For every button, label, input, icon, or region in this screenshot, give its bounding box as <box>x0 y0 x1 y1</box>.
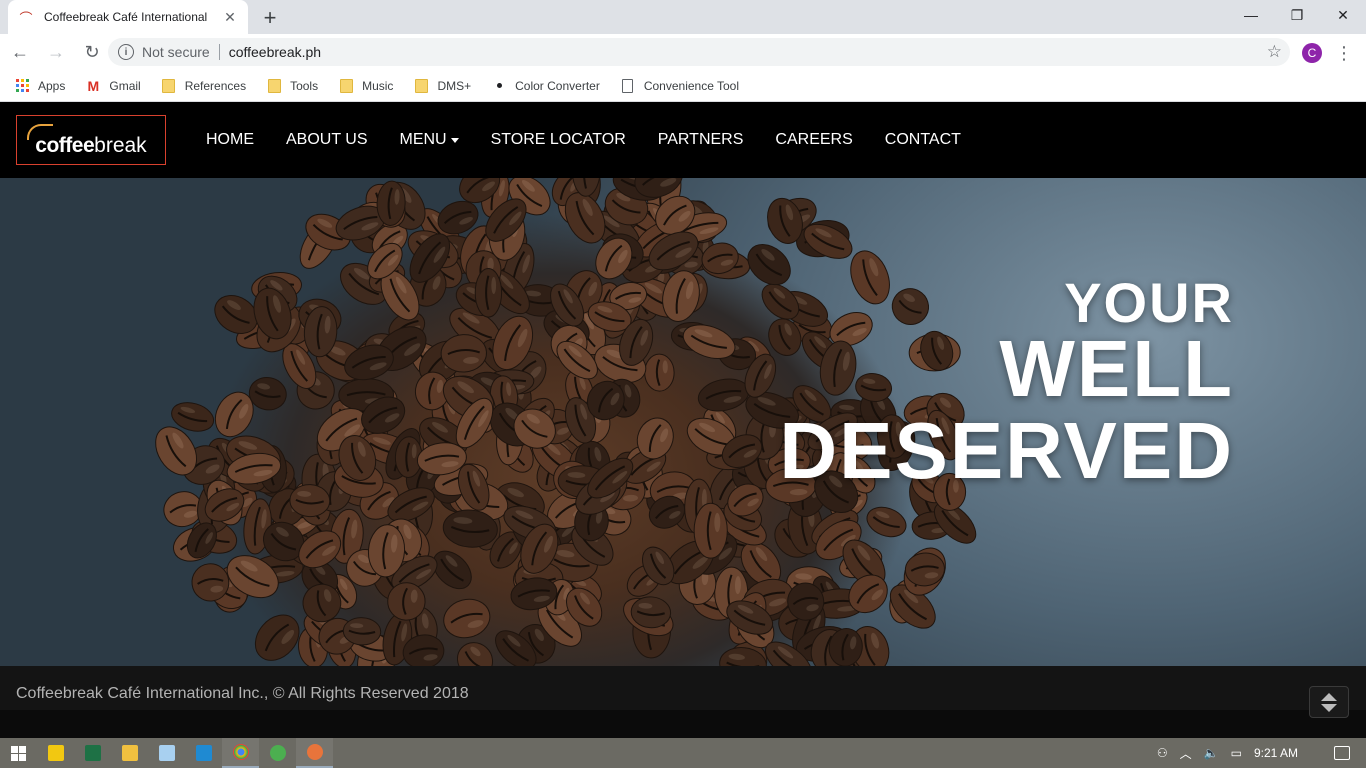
bookmark-label: Apps <box>38 78 66 93</box>
globe-icon <box>269 745 286 761</box>
logo-text-break: break <box>94 134 147 157</box>
bookmark-label: Convenience Tool <box>643 78 740 93</box>
forward-arrow-icon[interactable]: → <box>40 36 72 68</box>
arrow-up-icon <box>1321 692 1337 701</box>
gmail-icon: M <box>87 77 100 94</box>
taskbar-notepad[interactable] <box>148 738 185 768</box>
taskbar-excel[interactable] <box>74 738 111 768</box>
site-footer: Coffeebreak Café International Inc., © A… <box>0 666 1366 738</box>
taskbar-globe-app[interactable] <box>259 738 296 768</box>
people-icon[interactable]: ⚇ <box>1157 746 1168 760</box>
bookmark-label: References <box>184 78 247 93</box>
hero-banner: YOUR WELL DESERVED <box>0 178 1366 666</box>
bookmark-label: Color Converter <box>515 78 600 93</box>
taskbar-file-explorer[interactable] <box>111 738 148 768</box>
bookmark-color-converter[interactable]: Color Converter <box>491 78 600 94</box>
caret-down-icon <box>450 137 459 143</box>
notification-icon[interactable] <box>1334 746 1350 760</box>
folder-icon <box>161 78 177 94</box>
tab-title: Coffeebreak Café International <box>44 10 208 24</box>
site-header: coffee break HOME ABOUT US MENU STORE LOC… <box>0 102 1366 178</box>
bookmark-label: Music <box>362 78 394 93</box>
folder-icon <box>266 78 282 94</box>
nav-about-us[interactable]: ABOUT US <box>270 131 384 149</box>
logo-cup-swoosh-icon <box>27 124 53 140</box>
info-icon[interactable]: i <box>118 44 134 60</box>
bookmark-apps[interactable]: Apps <box>14 78 65 94</box>
browser-tab-strip: ⌒ Coffeebreak Café International ✕ + — ❐… <box>0 0 1366 34</box>
excel-icon <box>84 745 101 761</box>
security-label: Not secure <box>142 44 210 60</box>
close-tab-icon[interactable]: ✕ <box>222 9 238 25</box>
apps-grid-icon <box>14 78 30 94</box>
system-tray: ⚇ ︿ 🔈 ▭ 9:21 AM <box>1151 738 1366 768</box>
bookmark-gmail[interactable]: M Gmail <box>85 77 141 94</box>
taskbar-vscode[interactable] <box>185 738 222 768</box>
menu-kebab-icon[interactable]: ⋮ <box>1334 42 1354 64</box>
screen: ⌒ Coffeebreak Café International ✕ + — ❐… <box>0 0 1366 768</box>
address-separator <box>218 44 220 60</box>
close-window-icon[interactable]: ✕ <box>1320 0 1366 30</box>
coffee-favicon-icon: ⌒ <box>19 10 33 26</box>
folder-icon <box>338 78 354 94</box>
new-tab-button[interactable]: + <box>258 5 282 30</box>
scroll-to-top-button[interactable] <box>1309 686 1349 718</box>
address-bar[interactable]: i Not secure coffeebreak.ph ☆ <box>108 38 1290 66</box>
nav-store-locator[interactable]: STORE LOCATOR <box>475 131 642 149</box>
coffeebreak-logo[interactable]: coffee break <box>16 115 166 165</box>
nav-menu-label: MENU <box>399 131 447 148</box>
arrow-down-icon <box>1321 703 1337 712</box>
windows-logo-icon <box>11 745 26 761</box>
notepad-icon <box>158 745 175 761</box>
nav-careers[interactable]: CAREERS <box>759 131 868 149</box>
hero-line-3: DESERVED <box>779 406 1234 495</box>
nav-home[interactable]: HOME <box>190 131 270 149</box>
chrome-icon <box>232 744 249 760</box>
bookmark-references[interactable]: References <box>161 78 246 94</box>
bookmark-convenience-tool[interactable]: Convenience Tool <box>620 78 739 94</box>
back-arrow-icon[interactable]: ← <box>4 36 36 68</box>
chevron-up-icon[interactable]: ︿ <box>1180 745 1192 762</box>
nav-contact[interactable]: CONTACT <box>869 131 977 149</box>
bookmark-star-icon[interactable]: ☆ <box>1267 42 1282 62</box>
bookmark-label: DMS+ <box>437 78 472 93</box>
vscode-icon <box>195 745 212 761</box>
bookmark-label: Tools <box>290 78 319 93</box>
restore-icon[interactable]: ❐ <box>1274 0 1320 30</box>
taskbar-sticky-notes[interactable] <box>37 738 74 768</box>
network-icon[interactable]: ▭ <box>1231 746 1242 760</box>
bookmark-tools[interactable]: Tools <box>266 78 318 94</box>
volume-icon[interactable]: 🔈 <box>1204 746 1219 760</box>
browser-tab[interactable]: ⌒ Coffeebreak Café International ✕ <box>8 0 248 34</box>
folder-explorer-icon <box>121 745 138 761</box>
bookmark-music[interactable]: Music <box>338 78 393 94</box>
start-button[interactable] <box>0 738 37 768</box>
main-nav: HOME ABOUT US MENU STORE LOCATOR PARTNER… <box>190 102 977 178</box>
profile-avatar[interactable]: C <box>1302 43 1322 63</box>
reload-icon[interactable]: ↻ <box>76 36 108 68</box>
url-text[interactable]: coffeebreak.ph <box>229 44 321 60</box>
folder-icon <box>413 78 429 94</box>
taskbar-app[interactable] <box>296 738 333 768</box>
page-icon <box>620 78 636 94</box>
nav-menu[interactable]: MENU <box>384 131 475 149</box>
app-icon <box>306 744 323 760</box>
dot-icon <box>491 78 507 94</box>
footer-copyright: Coffeebreak Café International Inc., © A… <box>16 685 469 702</box>
taskbar-chrome[interactable] <box>222 738 259 768</box>
bookmarks-bar: Apps M Gmail References Tools Music DMS+… <box>0 70 1366 102</box>
sticky-notes-icon <box>47 745 64 761</box>
hero-headline: YOUR WELL DESERVED <box>779 274 1234 496</box>
hero-line-2: WELL <box>999 324 1234 413</box>
minimize-icon[interactable]: — <box>1228 0 1274 30</box>
window-controls: — ❐ ✕ <box>1228 0 1366 30</box>
clock[interactable]: 9:21 AM <box>1254 746 1298 760</box>
nav-partners[interactable]: PARTNERS <box>642 131 760 149</box>
bookmark-label: Gmail <box>109 78 141 93</box>
bookmark-dms[interactable]: DMS+ <box>413 78 471 94</box>
windows-taskbar: ⚇ ︿ 🔈 ▭ 9:21 AM <box>0 738 1366 768</box>
browser-toolbar: ← → ↻ i Not secure coffeebreak.ph ☆ C ⋮ <box>0 34 1366 70</box>
